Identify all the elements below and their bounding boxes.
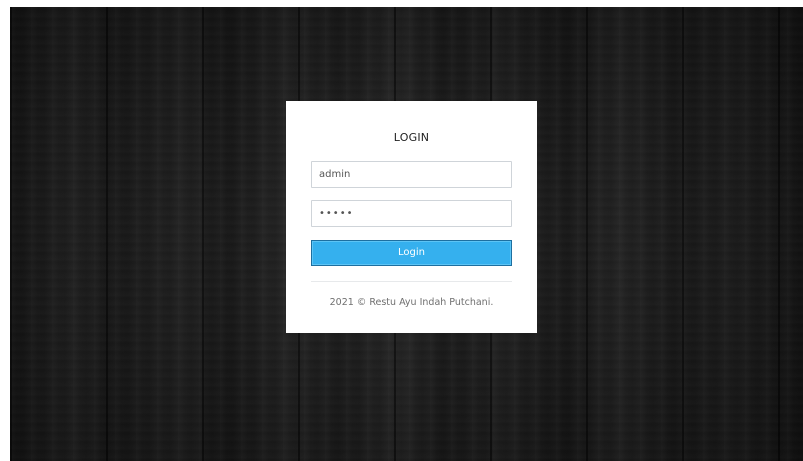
divider (311, 281, 512, 282)
username-input[interactable] (311, 161, 512, 188)
login-title: LOGIN (393, 131, 430, 144)
login-card: LOGIN Login 2021 © Restu Ayu Indah Putch… (286, 101, 537, 333)
password-input[interactable] (311, 200, 512, 227)
copyright-footer: 2021 © Restu Ayu Indah Putchani. (329, 297, 494, 308)
wood-background: LOGIN Login 2021 © Restu Ayu Indah Putch… (10, 7, 803, 461)
login-button[interactable]: Login (311, 240, 512, 266)
